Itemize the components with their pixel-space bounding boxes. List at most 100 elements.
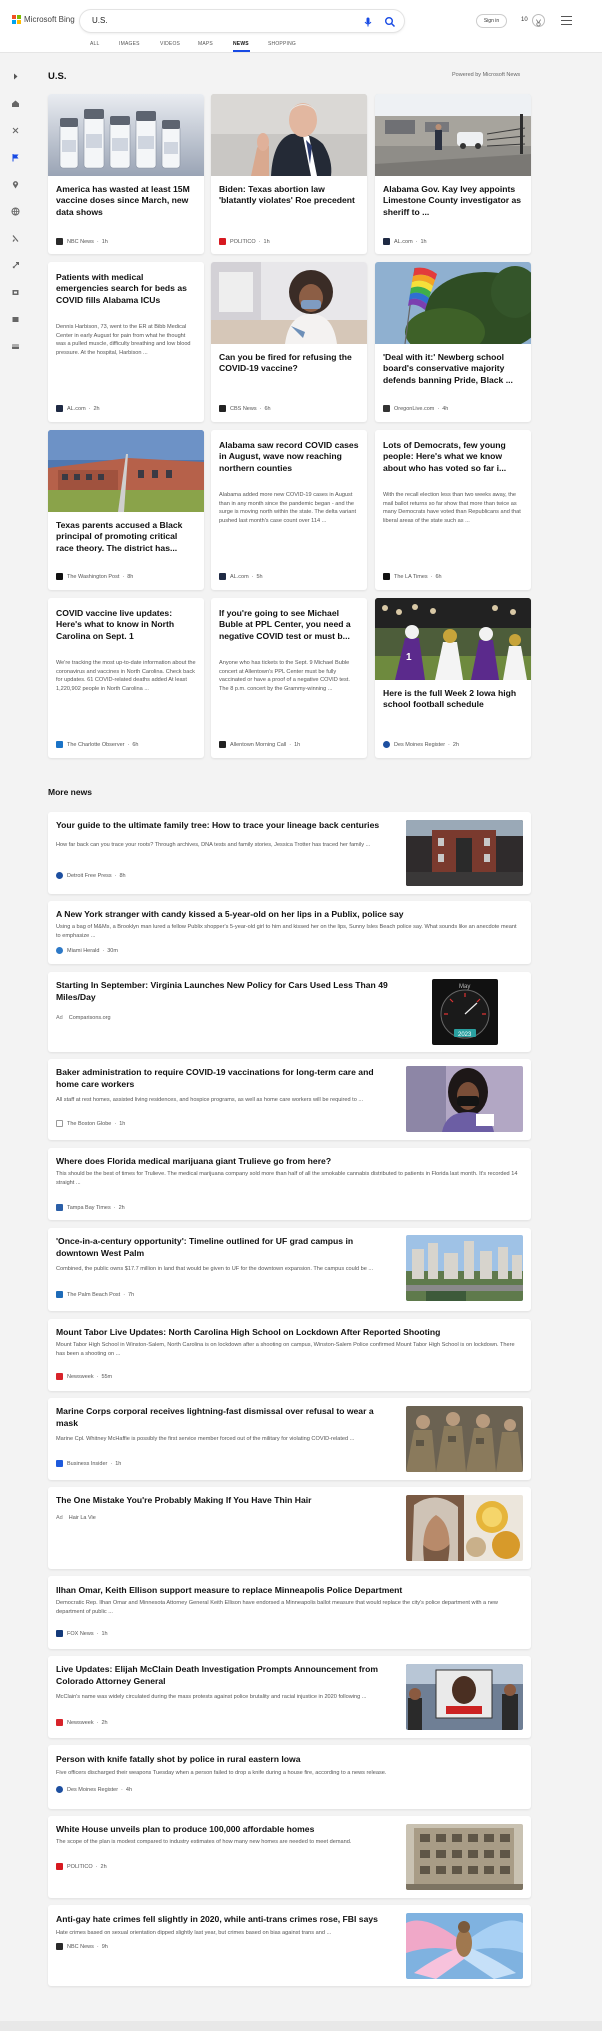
tab-news[interactable]: NEWS: [233, 41, 249, 47]
source-name[interactable]: Des Moines Register: [394, 742, 445, 748]
expand-icon[interactable]: [11, 68, 20, 80]
more-news-item[interactable]: Person with knife fatally shot by police…: [48, 1745, 531, 1809]
flag-icon[interactable]: [11, 149, 20, 162]
more-news-item[interactable]: Anti-gay hate crimes fell slightly in 20…: [48, 1905, 531, 1986]
more-news-item[interactable]: Baker administration to require COVID-19…: [48, 1059, 531, 1140]
more-news-image[interactable]: [406, 1913, 523, 1979]
more-news-item[interactable]: Mount Tabor Live Updates: North Carolina…: [48, 1319, 531, 1391]
source-name[interactable]: Business Insider: [67, 1461, 107, 1467]
news-card-image[interactable]: [211, 94, 367, 176]
briefcase-icon[interactable]: [11, 230, 20, 242]
source-name[interactable]: POLITICO: [230, 239, 256, 245]
source-name[interactable]: CBS News: [230, 406, 257, 412]
news-card-title[interactable]: Alabama Gov. Kay Ivey appoints Limestone…: [383, 184, 523, 218]
rewards-medal-icon[interactable]: [532, 14, 545, 27]
news-card[interactable]: Patients with medical emergencies search…: [48, 262, 204, 422]
source-name[interactable]: OregonLive.com: [394, 406, 434, 412]
more-news-item[interactable]: 'Once-in-a-century opportunity': Timelin…: [48, 1228, 531, 1311]
news-card[interactable]: If you're going to see Michael Buble at …: [211, 598, 367, 758]
source-name[interactable]: The Boston Globe: [67, 1121, 111, 1127]
more-news-item[interactable]: Your guide to the ultimate family tree: …: [48, 812, 531, 894]
more-news-image[interactable]: [406, 1235, 523, 1301]
tab-all[interactable]: ALL: [90, 41, 100, 47]
more-news-image[interactable]: [406, 1066, 523, 1132]
news-card[interactable]: Lots of Democrats, few young people: Her…: [375, 430, 531, 590]
hamburger-menu-icon[interactable]: [561, 16, 572, 25]
news-card-image[interactable]: [48, 94, 204, 176]
ad-item[interactable]: The One Mistake You're Probably Making I…: [48, 1487, 531, 1569]
ad-item[interactable]: Starting In September: Virginia Launches…: [48, 972, 531, 1052]
source-name[interactable]: AL.com: [230, 574, 249, 580]
sparkle-icon[interactable]: [11, 122, 20, 134]
tab-videos[interactable]: VIDEOS: [160, 41, 180, 47]
more-news-title[interactable]: Anti-gay hate crimes fell slightly in 20…: [56, 1914, 396, 1926]
news-card[interactable]: 'Deal with it:' Newberg school board's c…: [375, 262, 531, 422]
microphone-icon[interactable]: [362, 15, 374, 27]
globe-icon[interactable]: [11, 203, 20, 216]
rewards-points[interactable]: 10: [521, 17, 528, 23]
news-card[interactable]: Texas parents accused a Black principal …: [48, 430, 204, 590]
more-news-title[interactable]: Mount Tabor Live Updates: North Carolina…: [56, 1327, 521, 1339]
news-card[interactable]: 1 Here is the full Week 2 Iowa high scho…: [375, 598, 531, 758]
more-news-image[interactable]: [406, 1664, 523, 1730]
source-name[interactable]: The Palm Beach Post: [67, 1292, 120, 1298]
tab-shopping[interactable]: SHOPPING: [268, 41, 296, 47]
source-name[interactable]: The LA Times: [394, 574, 428, 580]
news-card-image[interactable]: [48, 430, 204, 512]
source-name[interactable]: Comparisons.org: [69, 1015, 111, 1021]
news-card[interactable]: Biden: Texas abortion law 'blatantly vio…: [211, 94, 367, 254]
source-name[interactable]: The Washington Post: [67, 574, 119, 580]
source-name[interactable]: FOX News: [67, 1631, 94, 1637]
news-card[interactable]: Alabama Gov. Kay Ivey appoints Limestone…: [375, 94, 531, 254]
source-name[interactable]: Miami Herald: [67, 948, 99, 954]
source-name[interactable]: AL.com: [67, 406, 86, 412]
more-news-item[interactable]: White House unveils plan to produce 100,…: [48, 1816, 531, 1898]
more-news-item[interactable]: Marine Corps corporal receives lightning…: [48, 1398, 531, 1480]
news-card-title[interactable]: Lots of Democrats, few young people: Her…: [383, 440, 523, 474]
news-card[interactable]: Alabama saw record COVID cases in August…: [211, 430, 367, 590]
news-card-title[interactable]: Here is the full Week 2 Iowa high school…: [383, 688, 523, 711]
tab-images[interactable]: IMAGES: [119, 41, 140, 47]
source-name[interactable]: AL.com: [394, 239, 413, 245]
news-card-title[interactable]: Can you be fired for refusing the COVID-…: [219, 352, 359, 375]
source-name[interactable]: The Charlotte Observer: [67, 742, 124, 748]
search-icon[interactable]: [384, 15, 396, 28]
more-news-image[interactable]: [406, 1406, 523, 1472]
news-card-title[interactable]: Alabama saw record COVID cases in August…: [219, 440, 359, 474]
more-news-title[interactable]: 'Once-in-a-century opportunity': Timelin…: [56, 1236, 396, 1260]
news-card-title[interactable]: Texas parents accused a Black principal …: [56, 520, 196, 554]
ad-image[interactable]: [406, 1495, 523, 1561]
source-name[interactable]: Allentown Morning Call: [230, 742, 286, 748]
more-news-item[interactable]: Ilhan Omar, Keith Ellison support measur…: [48, 1576, 531, 1649]
entertainment-icon[interactable]: [11, 284, 20, 295]
more-news-image[interactable]: [406, 1824, 523, 1890]
more-news-title[interactable]: Person with knife fatally shot by police…: [56, 1754, 521, 1766]
news-card-image[interactable]: [375, 262, 531, 344]
news-card-title[interactable]: COVID vaccine live updates: Here's what …: [56, 608, 196, 642]
more-news-item[interactable]: A New York stranger with candy kissed a …: [48, 901, 531, 964]
sign-in-button[interactable]: Sign in: [476, 14, 507, 28]
ad-title[interactable]: The One Mistake You're Probably Making I…: [56, 1495, 396, 1507]
more-news-image[interactable]: [406, 820, 523, 886]
source-name[interactable]: Newsweek: [67, 1720, 94, 1726]
home-icon[interactable]: [11, 95, 20, 107]
source-name[interactable]: POLITICO: [67, 1864, 93, 1870]
more-news-title[interactable]: Where does Florida medical marijuana gia…: [56, 1156, 521, 1168]
news-card[interactable]: Can you be fired for refusing the COVID-…: [211, 262, 367, 422]
source-name[interactable]: Detroit Free Press: [67, 873, 112, 879]
news-card-title[interactable]: 'Deal with it:' Newberg school board's c…: [383, 352, 523, 386]
source-name[interactable]: NBC News: [67, 239, 94, 245]
source-name[interactable]: Des Moines Register: [67, 1787, 118, 1793]
source-name[interactable]: Newsweek: [67, 1374, 94, 1380]
news-card-title[interactable]: Patients with medical emergencies search…: [56, 272, 196, 306]
news-card-title[interactable]: America has wasted at least 15M vaccine …: [56, 184, 196, 218]
news-card[interactable]: America has wasted at least 15M vaccine …: [48, 94, 204, 254]
tab-maps[interactable]: MAPS: [198, 41, 213, 47]
location-pin-icon[interactable]: [11, 176, 20, 189]
sports-icon[interactable]: [11, 311, 20, 322]
bing-logo[interactable]: Microsoft Bing: [12, 15, 75, 24]
more-news-title[interactable]: White House unveils plan to produce 100,…: [56, 1824, 396, 1836]
search-input[interactable]: U.S.: [92, 16, 108, 25]
more-news-title[interactable]: A New York stranger with candy kissed a …: [56, 909, 521, 921]
news-card-title[interactable]: If you're going to see Michael Buble at …: [219, 608, 359, 642]
